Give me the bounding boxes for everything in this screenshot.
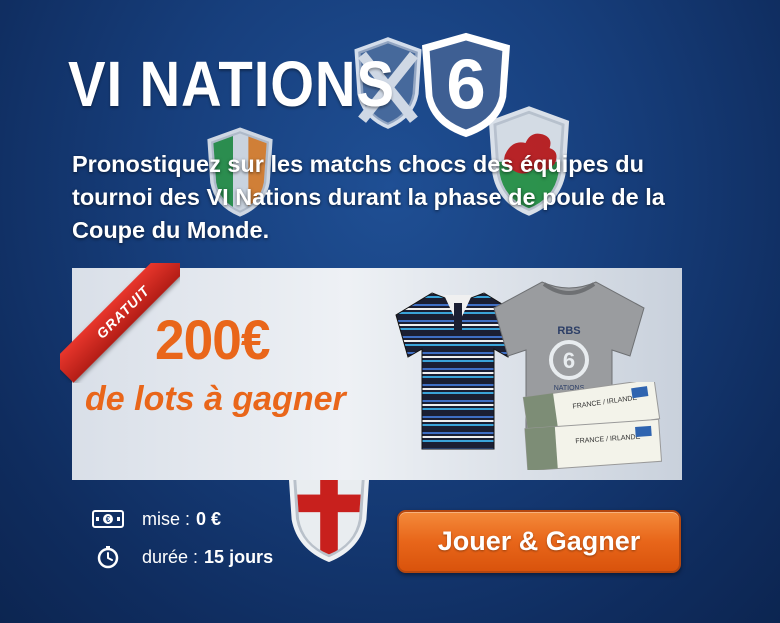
- match-tickets-image: FRANCE / IRLANDE FRANCE / IRLANDE: [518, 378, 668, 472]
- svg-text:6: 6: [563, 348, 575, 373]
- stopwatch-icon: [92, 546, 124, 569]
- logo-number: 6: [446, 44, 485, 123]
- play-and-win-button[interactable]: Jouer & Gagner: [397, 510, 681, 573]
- stake-label: mise :: [142, 508, 191, 529]
- tshirt-sponsor: RBS: [557, 325, 580, 337]
- stake-row: € mise : 0 €: [92, 508, 221, 530]
- prize-label: de lots à gagner: [85, 380, 346, 418]
- banknote-icon: €: [92, 508, 124, 530]
- ribbon-label: GRATUIT: [93, 282, 153, 342]
- six-nations-logo: 6: [418, 30, 514, 140]
- intro-text: Pronostiquez sur les matchs chocs des éq…: [72, 151, 665, 243]
- prize-amount: 200€: [155, 308, 270, 371]
- stake-value: 0 €: [196, 508, 222, 529]
- duration-label: durée :: [142, 546, 199, 567]
- svg-text:€: €: [106, 515, 111, 524]
- duration-row: durée : 15 jours: [92, 546, 274, 569]
- duration-value: 15 jours: [204, 546, 274, 567]
- page-title: VI NATIONS: [68, 48, 395, 120]
